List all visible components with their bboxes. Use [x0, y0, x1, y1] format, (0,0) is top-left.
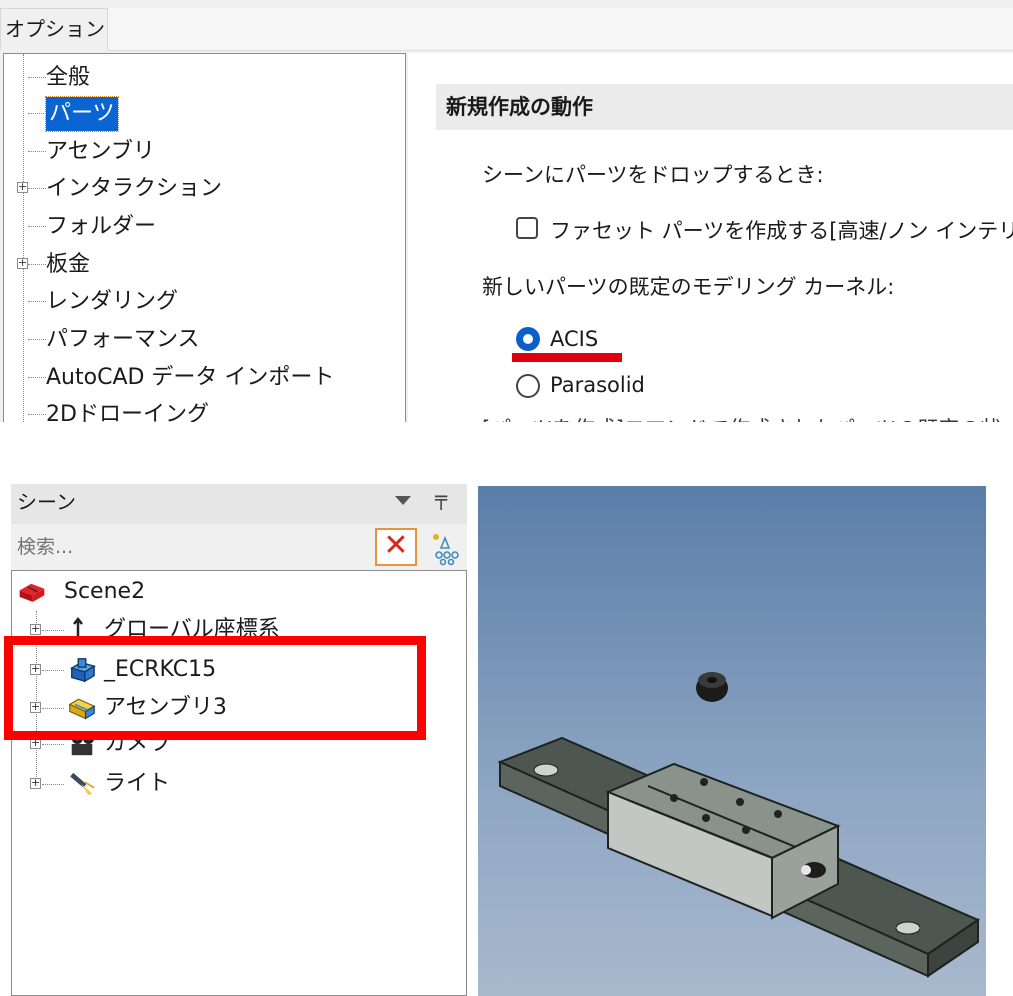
scene-tree: Scene2 + グローバル座標系 + _ECRKC15 + アセンブリ3 + … — [11, 570, 467, 996]
drop-label: シーンにパーツをドロップするとき: — [482, 163, 824, 187]
options-content-panel: 新規作成の動作 シーンにパーツをドロップするとき: ファセット パーツを作成する… — [408, 53, 1013, 422]
options-category-tree: 全般 パーツ アセンブリ + インタラクション フォルダー + 板金 レンダリン… — [3, 53, 406, 422]
tree-item-label: フォルダー — [46, 214, 157, 239]
expand-icon[interactable]: + — [30, 777, 41, 789]
search-input[interactable] — [11, 528, 371, 566]
chevron-down-icon[interactable] — [395, 496, 411, 505]
tree-item-label: パーツ — [45, 96, 119, 132]
tree-item-label: レンダリング — [46, 289, 179, 314]
scene-panel: シーン ╤ ✕ Scene2 + — [11, 484, 467, 996]
radio-acis[interactable] — [516, 327, 540, 351]
tab-strip — [108, 8, 1013, 51]
radio-parasolid-label[interactable]: Parasolid — [550, 373, 645, 397]
expand-icon[interactable]: + — [17, 181, 28, 193]
tree-item-label: AutoCAD データ インポート — [46, 365, 335, 390]
section-header: 新規作成の動作 — [436, 84, 1013, 130]
tree-item-label: パフォーマンス — [46, 327, 200, 352]
facet-checkbox[interactable] — [516, 217, 538, 239]
kernel-label: 新しいパーツの既定のモデリング カーネル: — [482, 275, 895, 299]
light-icon — [70, 772, 95, 796]
annotation-highlight-box — [4, 636, 426, 740]
pulley-part — [696, 672, 728, 702]
pin-icon[interactable]: ╤ — [435, 486, 447, 510]
scene-icon — [19, 583, 45, 602]
tree-item-label: ライト — [104, 771, 171, 796]
tab-options[interactable]: オプション — [0, 8, 108, 50]
tree-item-label: Scene2 — [64, 579, 146, 604]
radio-acis-label[interactable]: ACIS — [550, 327, 598, 351]
options-dialog: オプション 全般 パーツ アセンブリ + インタラクション フォルダー + 板金… — [0, 0, 1013, 422]
3d-viewport[interactable] — [478, 486, 986, 996]
tree-item-label: アセンブリ — [46, 139, 155, 164]
cut-off-text: [パーツを作成]コマンドで作成されたパーツの既定の状 — [482, 413, 1002, 422]
filter-icon[interactable] — [425, 528, 465, 566]
tree-item-label: 全般 — [46, 65, 91, 90]
tree-guide-line — [23, 54, 24, 422]
clear-search-button[interactable]: ✕ — [375, 528, 417, 566]
expand-icon[interactable]: + — [30, 623, 41, 635]
annotation-underline — [512, 353, 622, 362]
tree-item-label: 2Dドローイング — [46, 402, 209, 422]
tree-item-label: インタラクション — [46, 176, 223, 201]
expand-icon[interactable]: + — [17, 257, 28, 269]
linear-guide-model — [497, 672, 981, 978]
tree-item-label: 板金 — [46, 252, 91, 277]
facet-checkbox-label[interactable]: ファセット パーツを作成する[高速/ノン インテリジ — [550, 215, 1013, 245]
radio-parasolid[interactable] — [516, 374, 540, 398]
